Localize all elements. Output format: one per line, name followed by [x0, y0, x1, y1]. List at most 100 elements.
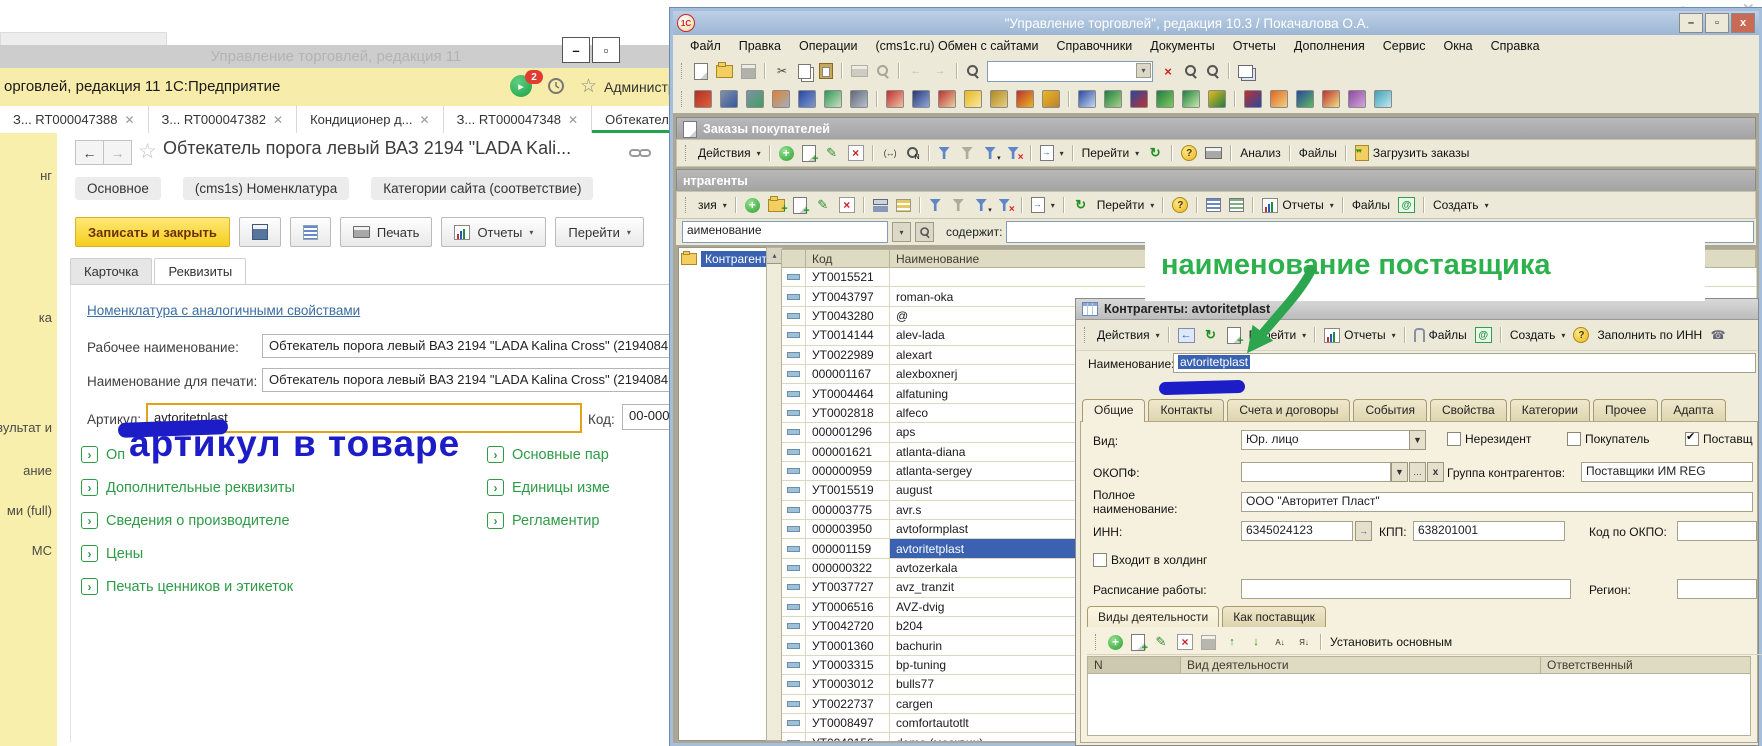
- orders-window-titlebar[interactable]: Заказы покупателей: [676, 117, 1756, 141]
- menu-item[interactable]: Файл: [681, 39, 730, 53]
- menu-item[interactable]: Документы: [1141, 39, 1223, 53]
- toolbar-item[interactable]: [841, 63, 843, 79]
- subtab-requisites[interactable]: Реквизиты: [154, 258, 246, 284]
- okopf-pick-icon[interactable]: …: [1409, 462, 1426, 482]
- section-regulated[interactable]: Регламентир: [487, 504, 610, 537]
- toolbar-item[interactable]: [1500, 327, 1502, 343]
- region-input[interactable]: [1677, 579, 1757, 599]
- payments-icon[interactable]: [1205, 89, 1229, 109]
- section-main-parameters[interactable]: Основные пар: [487, 438, 610, 471]
- card-tab-adaptation[interactable]: Адапта: [1661, 399, 1725, 422]
- toolbar-item[interactable]: [872, 145, 874, 161]
- maximize-button[interactable]: ▫: [592, 37, 620, 63]
- section-additional-attributes[interactable]: Дополнительные реквизиты: [81, 471, 295, 504]
- print-icon[interactable]: [848, 64, 871, 78]
- load-orders-button[interactable]: Загрузить заказы: [1352, 144, 1472, 162]
- preview-icon[interactable]: [873, 63, 893, 79]
- toolbar-item[interactable]: [764, 63, 766, 79]
- toolbar-item[interactable]: [1072, 145, 1074, 161]
- okopf-clear-icon[interactable]: x: [1427, 462, 1444, 482]
- supplier-checkbox[interactable]: Поставщ: [1685, 432, 1753, 446]
- toolbar-item[interactable]: [956, 63, 958, 79]
- okopf-input[interactable]: [1241, 462, 1391, 482]
- windows-icon[interactable]: [1235, 64, 1256, 79]
- save-icon[interactable]: [738, 63, 759, 80]
- employees-icon[interactable]: [795, 89, 819, 109]
- back-button[interactable]: ←: [75, 140, 104, 165]
- zoom-out-icon[interactable]: [1203, 63, 1223, 79]
- customer-blue-icon[interactable]: [909, 89, 933, 109]
- expand-icon[interactable]: [81, 479, 98, 496]
- print-queue-icon[interactable]: [769, 89, 793, 109]
- save-close-button[interactable]: Записать и закрыть: [75, 217, 230, 247]
- expand-icon[interactable]: [81, 545, 98, 562]
- print-docs-icon[interactable]: [743, 89, 767, 109]
- menu-item[interactable]: Окна: [1435, 39, 1482, 53]
- open-icon[interactable]: [713, 64, 736, 79]
- save-order-icon[interactable]: [1198, 634, 1219, 651]
- copy-item-icon[interactable]: [799, 144, 819, 163]
- tab-order-47382[interactable]: З... RT000047382✕: [149, 106, 298, 133]
- clear-search-icon[interactable]: [1157, 62, 1179, 80]
- delete-icon[interactable]: [836, 196, 858, 214]
- delete-icon[interactable]: [1174, 633, 1196, 651]
- section-price-tags[interactable]: Печать ценников и этикеток: [81, 570, 295, 603]
- sales-report-icon[interactable]: [1293, 89, 1317, 109]
- cart-orange-icon[interactable]: [1267, 89, 1291, 109]
- toolbar-item[interactable]: [1345, 145, 1347, 161]
- toolbar-item[interactable]: [1320, 634, 1322, 650]
- full-name-input[interactable]: ООО "Авторитет Пласт": [1241, 492, 1753, 512]
- forward-button[interactable]: →: [103, 140, 132, 165]
- back-icon[interactable]: [1175, 327, 1198, 344]
- create-button[interactable]: Создать: [1507, 327, 1569, 343]
- header-n[interactable]: N: [1087, 656, 1181, 674]
- sidebar-item[interactable]: результат и: [0, 420, 52, 435]
- actions-button[interactable]: Действия: [1094, 327, 1163, 343]
- nav-link-site-categories[interactable]: Категории сайта (соответствие): [371, 177, 593, 200]
- help-icon[interactable]: [1169, 196, 1191, 214]
- toolbar-item[interactable]: [1234, 91, 1236, 107]
- minimize-button[interactable]: –: [562, 37, 590, 63]
- help-icon[interactable]: [1570, 326, 1592, 344]
- calculator-icon[interactable]: [847, 89, 871, 109]
- edit-icon[interactable]: [812, 196, 834, 214]
- toolbar-item[interactable]: [1423, 197, 1425, 213]
- filter-clear-icon[interactable]: [995, 197, 1016, 213]
- files-button[interactable]: Файлы: [1349, 197, 1393, 213]
- find-number-icon[interactable]: [903, 145, 923, 161]
- order-in-icon[interactable]: [1101, 89, 1125, 109]
- minimize-button[interactable]: –: [1679, 13, 1703, 33]
- copy-item-icon[interactable]: [1128, 633, 1148, 652]
- sidebar-item[interactable]: ание: [23, 463, 52, 478]
- toolbar-item[interactable]: [1289, 145, 1291, 161]
- code-input[interactable]: 00-0002025: [622, 404, 672, 430]
- reports-button[interactable]: Отчеты: [1259, 197, 1337, 214]
- buyer-doc-icon[interactable]: [1075, 89, 1099, 109]
- cash-icon[interactable]: [1013, 89, 1037, 109]
- toolbar-item[interactable]: [863, 197, 865, 213]
- toolbar-item[interactable]: [1230, 145, 1232, 161]
- move-group-icon[interactable]: [893, 198, 914, 213]
- card-tab-events[interactable]: События: [1353, 399, 1427, 422]
- tab-conditioner[interactable]: Кондиционер д...✕: [297, 106, 444, 133]
- kpp-input[interactable]: 638201001: [1413, 521, 1565, 541]
- menu-item[interactable]: Операции: [790, 39, 866, 53]
- undo-icon[interactable]: [905, 62, 927, 80]
- group-input[interactable]: Поставщики ИМ REG: [1581, 462, 1753, 482]
- supplier-doc-icon[interactable]: [1127, 89, 1151, 109]
- copy-item-icon[interactable]: [790, 196, 810, 215]
- toolbar-item[interactable]: [1252, 197, 1254, 213]
- history-icon[interactable]: [547, 77, 566, 101]
- card-tab-categories[interactable]: Категории: [1510, 399, 1590, 422]
- email-icon[interactable]: [1395, 196, 1418, 214]
- redo-icon[interactable]: [929, 62, 951, 80]
- section-manufacturer-info[interactable]: Сведения о производителе: [81, 504, 295, 537]
- toolbar-item[interactable]: [769, 145, 771, 161]
- customer-red-icon[interactable]: [883, 89, 907, 109]
- add-icon[interactable]: [742, 197, 763, 214]
- refresh-icon[interactable]: [1070, 196, 1092, 214]
- menu-item[interactable]: Справка: [1482, 39, 1549, 53]
- working-name-input[interactable]: Обтекатель порога левый ВАЗ 2194 "LADA K…: [262, 334, 672, 358]
- toolbar-item[interactable]: [919, 197, 921, 213]
- print-button[interactable]: Печать: [340, 217, 433, 247]
